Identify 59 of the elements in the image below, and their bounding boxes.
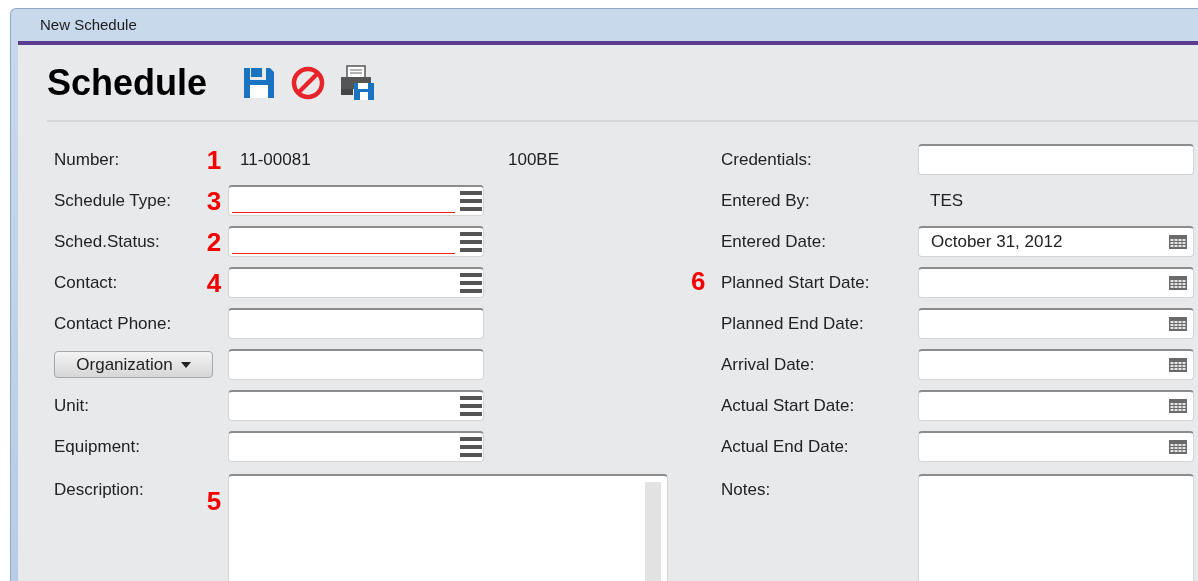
prohibited-icon[interactable] [291,66,326,100]
field-value: 100BE [508,148,560,171]
printer-icon[interactable] [340,65,377,101]
save-icon[interactable] [242,66,277,100]
field-label: Equipment: [54,435,141,458]
field-label: Actual Start Date: [721,394,856,417]
text-field[interactable] [228,349,484,380]
lookup-field[interactable] [228,185,484,216]
field-value: 11-00081 [239,148,312,171]
date-field[interactable] [918,390,1194,421]
calendar-icon[interactable] [1169,399,1187,413]
step-number: 2 [206,228,222,255]
lookup-field[interactable] [228,390,484,421]
lookup-field[interactable] [228,226,484,257]
field-label: Arrival Date: [721,353,816,376]
step-number: 4 [206,269,222,296]
date-field[interactable]: October 31, 2012 [918,226,1194,257]
text-field[interactable] [918,144,1194,175]
field-label: Contact: [54,271,119,294]
list-icon[interactable] [460,271,482,295]
field-label: Contact Phone: [54,312,173,335]
field-label: Notes: [721,479,772,501]
date-field[interactable] [918,431,1194,462]
step-number: 5 [206,488,222,514]
list-icon[interactable] [460,230,482,254]
calendar-icon[interactable] [1169,276,1187,290]
field-label: Actual End Date: [721,435,850,458]
text-field[interactable] [228,308,484,339]
page-heading: Schedule [47,63,208,103]
step-number: 3 [206,187,222,214]
field-label: Description: [54,479,145,501]
lookup-field[interactable] [228,267,484,298]
scrollbar[interactable] [645,482,661,581]
date-field[interactable] [918,349,1194,380]
caret-icon [180,361,191,368]
window-title: New Schedule [40,14,137,35]
field-value: TES [929,189,965,212]
calendar-icon[interactable] [1169,235,1187,249]
field-label: Entered By: [721,189,811,212]
field-label: Sched.Status: [54,230,161,253]
step-number: 1 [206,146,222,173]
organization-dropdown[interactable]: Organization [54,351,213,378]
field-label: Planned End Date: [721,312,865,335]
calendar-icon[interactable] [1169,358,1187,372]
date-field[interactable] [918,308,1194,339]
field-label: Planned Start Date: [721,271,871,294]
list-icon[interactable] [460,435,482,459]
field-label: Credentials: [721,148,813,171]
calendar-icon[interactable] [1169,440,1187,454]
list-icon[interactable] [460,189,482,213]
field-label: Entered Date: [721,230,827,253]
list-icon[interactable] [460,394,482,418]
step-number: 6 [691,266,706,296]
field-label: Number: [54,148,121,171]
date-field[interactable] [918,267,1194,298]
calendar-icon[interactable] [1169,317,1187,331]
field-label: Schedule Type: [54,189,172,212]
field-label: Unit: [54,394,90,417]
lookup-field[interactable] [228,431,484,462]
